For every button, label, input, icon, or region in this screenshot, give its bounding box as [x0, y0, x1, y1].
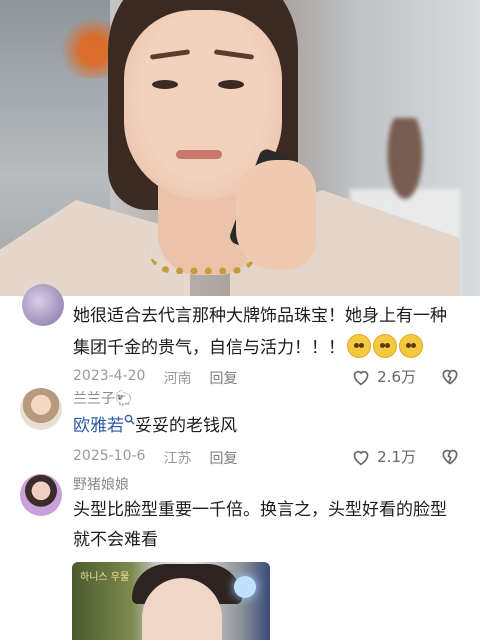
- like-button[interactable]: 2.1万: [351, 446, 416, 467]
- comment-text: 集团千金的贵气，自信与活力！！！: [73, 338, 345, 358]
- comment-text-line: 集团千金的贵气，自信与活力！！！: [73, 334, 423, 362]
- hand: [236, 160, 316, 270]
- like-count: 2.6万: [377, 368, 416, 386]
- username[interactable]: 兰兰子🐑: [73, 388, 132, 408]
- left-eye: [152, 80, 178, 89]
- comment-text-line: 头型比脸型重要一千倍。换言之，头型好看的脸型: [73, 500, 447, 520]
- avatar[interactable]: [22, 284, 64, 326]
- image-logo: 하니스 우물: [80, 572, 130, 583]
- like-button[interactable]: 2.6万: [351, 366, 416, 387]
- pleading-face-emoji-icon: [347, 334, 371, 358]
- heart-outline-icon: [353, 450, 369, 465]
- like-count: 2.1万: [377, 448, 416, 466]
- reply-button[interactable]: 回复: [209, 368, 237, 388]
- comment-image[interactable]: 하니스 우물: [72, 562, 270, 640]
- search-icon: [124, 414, 135, 425]
- right-eye: [218, 80, 244, 89]
- comment-text: 妥妥的老钱风: [135, 416, 237, 436]
- avatar[interactable]: [20, 388, 62, 430]
- comment-meta: 2023-4-20 河南 回复: [73, 368, 237, 388]
- comment-text-line: 欧雅若 妥妥的老钱风: [73, 412, 237, 440]
- comment-text-line: 她很适合去代言那种大牌饰品珠宝！她身上有一种: [73, 306, 447, 326]
- comment-date: 2025-10-6: [73, 448, 146, 464]
- pleading-face-emoji-icon: [373, 334, 397, 358]
- image-light: [234, 576, 256, 598]
- reply-button[interactable]: 回复: [209, 448, 237, 468]
- comment-location: 江苏: [163, 451, 192, 467]
- mouth: [176, 150, 222, 159]
- broken-heart-icon[interactable]: [440, 366, 460, 386]
- avatar[interactable]: [20, 474, 62, 516]
- comment-date: 2023-4-20: [73, 368, 146, 384]
- comment-list: 她很适合去代言那种大牌饰品珠宝！她身上有一种 集团千金的贵气，自信与活力！！！ …: [0, 284, 480, 640]
- heart-outline-icon: [353, 370, 369, 385]
- video-frame[interactable]: [0, 0, 480, 296]
- mention-name: 欧雅若: [73, 416, 124, 436]
- comment-location: 河南: [163, 371, 192, 387]
- mention-link[interactable]: 欧雅若: [73, 414, 135, 436]
- pleading-face-emoji-icon: [399, 334, 423, 358]
- necklace: [148, 248, 258, 274]
- comment-text-line: 就不会难看: [73, 530, 158, 550]
- username[interactable]: 野猪娘娘: [73, 474, 129, 494]
- comment-meta: 2025-10-6 江苏 回复: [73, 448, 237, 468]
- broken-heart-icon[interactable]: [440, 446, 460, 466]
